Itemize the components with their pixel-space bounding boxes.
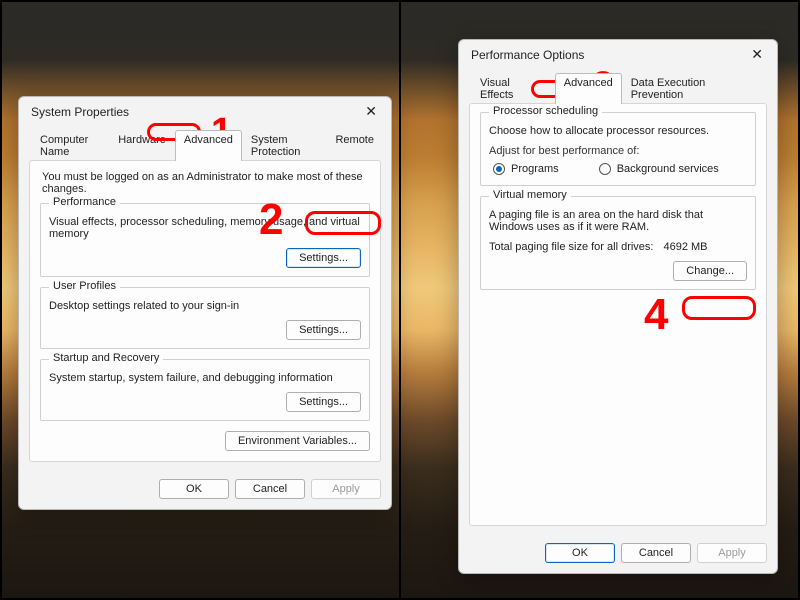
vmem-total-value: 4692 MB	[663, 241, 707, 253]
sched-adjust-label: Adjust for best performance of:	[489, 145, 747, 157]
tab-visual-effects[interactable]: Visual Effects	[471, 73, 555, 104]
titlebar: Performance Options ✕	[459, 40, 777, 63]
tab-hardware[interactable]: Hardware	[109, 130, 175, 161]
tabs-bar: Visual Effects Advanced Data Execution P…	[459, 63, 777, 104]
tab-advanced[interactable]: Advanced	[555, 73, 622, 104]
group-title-virtual-memory: Virtual memory	[489, 189, 571, 201]
close-icon[interactable]: ✕	[359, 103, 383, 120]
sched-desc: Choose how to allocate processor resourc…	[489, 125, 747, 137]
environment-variables-button[interactable]: Environment Variables...	[225, 431, 370, 451]
group-title-startup-recovery: Startup and Recovery	[49, 352, 163, 364]
dialog-footer: OK Cancel Apply	[19, 471, 391, 509]
vmem-change-button[interactable]: Change...	[673, 261, 747, 281]
cancel-button[interactable]: Cancel	[621, 543, 691, 563]
tabs-bar: Computer Name Hardware Advanced System P…	[19, 120, 391, 161]
performance-options-window: Performance Options ✕ Visual Effects Adv…	[458, 39, 778, 574]
group-title-processor-scheduling: Processor scheduling	[489, 105, 602, 117]
tab-remote[interactable]: Remote	[326, 130, 383, 161]
ok-button[interactable]: OK	[545, 543, 615, 563]
ok-button[interactable]: OK	[159, 479, 229, 499]
performance-settings-button[interactable]: Settings...	[286, 248, 361, 268]
tab-panel-advanced: You must be logged on as an Administrato…	[29, 160, 381, 462]
vmem-desc: A paging file is an area on the hard dis…	[489, 209, 747, 233]
window-title: Performance Options	[471, 48, 584, 62]
cancel-button[interactable]: Cancel	[235, 479, 305, 499]
group-processor-scheduling: Processor scheduling Choose how to alloc…	[480, 112, 756, 186]
group-desc-performance: Visual effects, processor scheduling, me…	[49, 216, 361, 240]
group-virtual-memory: Virtual memory A paging file is an area …	[480, 196, 756, 290]
group-title-user-profiles: User Profiles	[49, 280, 120, 292]
vmem-total-label: Total paging file size for all drives:	[489, 241, 653, 253]
tab-computer-name[interactable]: Computer Name	[31, 130, 109, 161]
group-title-performance: Performance	[49, 196, 120, 208]
close-icon[interactable]: ✕	[745, 46, 769, 63]
tab-system-protection[interactable]: System Protection	[242, 130, 327, 161]
tab-panel-advanced: Processor scheduling Choose how to alloc…	[469, 103, 767, 526]
radio-background-services[interactable]: Background services	[599, 163, 719, 175]
user-profiles-settings-button[interactable]: Settings...	[286, 320, 361, 340]
window-title: System Properties	[31, 105, 129, 119]
group-performance: Performance Visual effects, processor sc…	[40, 203, 370, 277]
group-desc-user-profiles: Desktop settings related to your sign-in	[49, 300, 361, 312]
system-properties-window: System Properties ✕ Computer Name Hardwa…	[18, 96, 392, 510]
radio-programs-label: Programs	[511, 163, 559, 175]
admin-note: You must be logged on as an Administrato…	[42, 171, 368, 195]
radio-services-label: Background services	[617, 163, 719, 175]
vmem-total-row: Total paging file size for all drives: 4…	[489, 241, 747, 253]
startup-recovery-settings-button[interactable]: Settings...	[286, 392, 361, 412]
titlebar: System Properties ✕	[19, 97, 391, 120]
radio-dot-icon	[493, 163, 505, 175]
apply-button[interactable]: Apply	[697, 543, 767, 563]
tab-dep[interactable]: Data Execution Prevention	[622, 73, 769, 104]
group-user-profiles: User Profiles Desktop settings related t…	[40, 287, 370, 349]
apply-button[interactable]: Apply	[311, 479, 381, 499]
radio-programs[interactable]: Programs	[493, 163, 559, 175]
dialog-footer: OK Cancel Apply	[459, 535, 777, 573]
tab-advanced[interactable]: Advanced	[175, 130, 242, 161]
sched-radios: Programs Background services	[493, 163, 747, 175]
image-split-divider	[399, 0, 401, 600]
radio-dot-icon	[599, 163, 611, 175]
group-startup-recovery: Startup and Recovery System startup, sys…	[40, 359, 370, 421]
group-desc-startup-recovery: System startup, system failure, and debu…	[49, 372, 361, 384]
